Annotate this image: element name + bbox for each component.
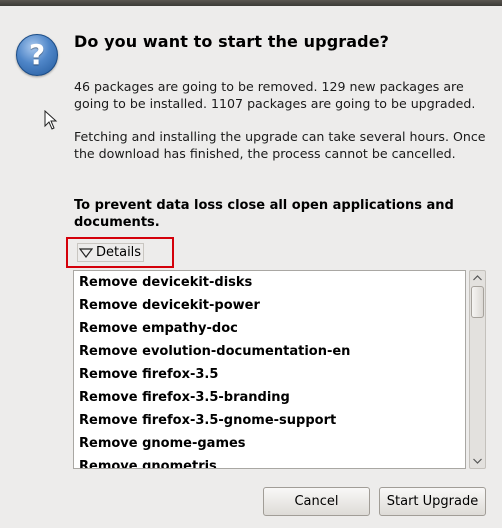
scrollbar-thumb[interactable] xyxy=(471,286,484,318)
chevron-up-icon xyxy=(473,275,482,281)
mouse-cursor-icon xyxy=(44,110,58,130)
start-upgrade-button-label: Start Upgrade xyxy=(386,494,479,509)
list-item[interactable]: Remove devicekit-power xyxy=(74,294,465,317)
list-item[interactable]: Remove firefox-3.5-gnome-support xyxy=(74,409,465,432)
question-icon: ? xyxy=(16,34,58,76)
duration-notice-text: Fetching and installing the upgrade can … xyxy=(74,129,486,161)
list-item[interactable]: Remove gnome-games xyxy=(74,432,465,455)
cancel-button[interactable]: Cancel xyxy=(263,487,370,516)
list-item[interactable]: Remove firefox-3.5-branding xyxy=(74,386,465,409)
details-expander[interactable]: Details xyxy=(77,243,145,262)
start-upgrade-button[interactable]: Start Upgrade xyxy=(379,487,486,516)
scroll-down-button[interactable] xyxy=(470,454,485,468)
dialog-heading: Do you want to start the upgrade? xyxy=(74,32,390,51)
cancel-button-label: Cancel xyxy=(294,494,339,509)
package-summary-text: 46 packages are going to be removed. 129… xyxy=(74,79,476,111)
triangle-down-icon xyxy=(79,247,93,258)
details-label: Details xyxy=(96,245,142,260)
list-item[interactable]: Remove evolution-documentation-en xyxy=(74,340,465,363)
list-item[interactable]: Remove gnometris xyxy=(74,455,465,468)
details-expander-highlight: Details xyxy=(66,237,174,268)
list-item[interactable]: Remove firefox-3.5 xyxy=(74,363,465,386)
list-item[interactable]: Remove empathy-doc xyxy=(74,317,465,340)
window-titlebar xyxy=(0,0,502,6)
data-loss-warning: To prevent data loss close all open appl… xyxy=(74,198,454,230)
scroll-up-button[interactable] xyxy=(470,271,485,285)
list-item[interactable]: Remove devicekit-disks xyxy=(74,271,465,294)
chevron-down-icon xyxy=(473,458,482,464)
package-changes-list[interactable]: Remove devicekit-disks Remove devicekit-… xyxy=(73,270,466,469)
list-scrollbar[interactable] xyxy=(469,270,486,469)
